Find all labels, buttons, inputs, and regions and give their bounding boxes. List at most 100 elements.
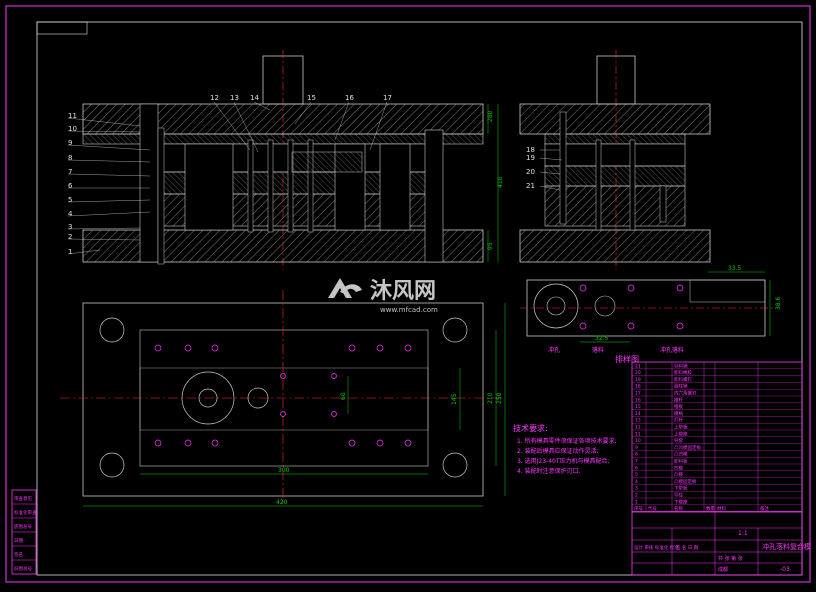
title-block[interactable]: 1:1 冲孔落料复合模 共 张 第 张 设计 审核 标准化 批准 签 名 日 期…	[631, 511, 811, 576]
part-number: 5	[68, 196, 72, 204]
bom-row-name: 推杆	[674, 396, 683, 403]
front-section-view[interactable]	[67, 50, 499, 270]
dim-label: 32.5	[595, 335, 609, 342]
bom-row-number: 14	[635, 411, 641, 417]
part-number: 8	[68, 154, 72, 162]
dim-label: 60	[340, 392, 347, 400]
bom-row-number: 18	[635, 384, 641, 390]
bom-row-number: 11	[635, 431, 641, 437]
bom-row-name: 凸模固定板	[674, 478, 697, 485]
company-label: 成都	[718, 566, 728, 573]
strip-layout[interactable]: 33.5 38.6 32.5	[520, 265, 782, 343]
dim-label: 33.5	[728, 265, 742, 272]
part-number: 11	[68, 112, 77, 120]
date-row: 签 名 日 期	[676, 544, 699, 551]
part-number: 13	[230, 94, 239, 102]
cad-drawing-canvas[interactable]: 审查意见 标准化审查 底图总号 日期 签名 旧图总号 11 10 9 8 7 6…	[0, 0, 816, 588]
bom-row-number: 3	[635, 486, 638, 492]
bom-header: 材料	[717, 505, 726, 512]
left-strip-item: 底图总号	[14, 523, 32, 530]
scale-label: 1:1	[738, 530, 748, 537]
part-number: 18	[526, 146, 535, 154]
left-approval-strip: 审查意见 标准化审查 底图总号 日期 签名 旧图总号	[11, 489, 37, 575]
technical-notes: 技术要求: 1. 所有模具零件须保证各项技术要求; 2. 装配后模具应保证动作灵…	[513, 423, 617, 475]
bom-row-number: 2	[635, 493, 638, 499]
part-number: 15	[307, 94, 316, 102]
part-number: 9	[68, 139, 72, 147]
strip-caption: 排样图	[615, 354, 639, 364]
bom-header: 数量	[706, 505, 715, 512]
bom-row-number: 1	[635, 499, 638, 505]
sheet-note: 共 张 第 张	[718, 555, 743, 562]
side-part-numbers: 18 19 20 21	[526, 146, 535, 190]
bom-row-number: 8	[635, 452, 638, 458]
watermark-url: www.mfcad.com	[380, 306, 438, 314]
bom-row-name: 凸凹模固定板	[674, 444, 701, 451]
dim-label: 38.6	[775, 296, 782, 310]
watermark-text: 沐风网	[370, 279, 436, 304]
bom-row-name: 下垫板	[674, 485, 688, 492]
left-strip-item: 签名	[14, 551, 23, 558]
strip-sub-label: 落料	[592, 346, 604, 354]
dim-label: 410	[497, 176, 504, 188]
bom-row-number: 17	[635, 391, 641, 397]
bom-row-name: 上模座	[674, 430, 688, 437]
part-number: 1	[68, 248, 72, 256]
left-strip-item: 旧图总号	[14, 565, 32, 572]
strip-sub-label: 冲孔落料	[660, 346, 684, 354]
part-number: 12	[210, 94, 219, 102]
bom-table[interactable]: 21 导料销20 卸料橡胶19 卸料螺钉18 圆柱销17 内六角螺钉16 推杆15 推板14 模…	[631, 361, 803, 512]
bom-row-name: 内六角螺钉	[674, 390, 697, 397]
bom-row-name: 凸凹模	[674, 451, 688, 458]
designer-row: 设计 审核 标准化 批准	[634, 544, 679, 551]
note-line: 2. 装配后模具应保证动作灵活;	[517, 447, 599, 455]
dim-label: 250	[496, 392, 503, 404]
side-section-view[interactable]	[519, 50, 711, 270]
part-number: 17	[383, 94, 392, 102]
bom-row-number: 16	[635, 397, 641, 403]
bom-row-number: 20	[635, 370, 641, 376]
note-line: 3. 选用J23-40T压力机与模具配合;	[517, 457, 610, 465]
bom-header: 序号	[634, 505, 643, 512]
part-number: 10	[68, 125, 77, 133]
bom-header: 代号	[648, 505, 657, 512]
plan-view[interactable]: 300 420 145 210 250 60	[60, 290, 506, 507]
corner-box	[36, 21, 88, 35]
bom-row-name: 打杆	[674, 417, 683, 424]
notes-title: 技术要求:	[513, 423, 548, 433]
note-line: 4. 装配时注意保护刃口.	[517, 467, 581, 475]
bom-row-name: 圆柱销	[674, 383, 688, 390]
part-number: 7	[68, 168, 72, 176]
dim-label: 420	[276, 499, 288, 506]
part-number: 2	[68, 233, 72, 241]
part-number: 3	[68, 223, 72, 231]
bom-header: 备注	[760, 505, 769, 512]
bom-row-number: 12	[635, 425, 641, 431]
dim-label: 145	[451, 393, 458, 405]
watermark: 沐风网 www.mfcad.com	[328, 278, 438, 314]
bom-row-number: 21	[635, 363, 641, 369]
bom-row-name: 模柄	[674, 410, 683, 417]
bom-row-name: 上垫板	[674, 424, 688, 431]
watermark-logo-icon	[328, 278, 362, 298]
bom-row-name: 卸料橡胶	[674, 369, 692, 376]
bom-row-name: 卸料板	[674, 458, 688, 465]
cad-drawing: 审查意见 标准化审查 底图总号 日期 签名 旧图总号 11 10 9 8 7 6…	[5, 5, 811, 583]
bom-row-name: 导柱	[674, 492, 683, 499]
dim-label: 95	[487, 242, 494, 250]
bom-row-name: 凹模	[674, 464, 683, 471]
bom-row-name: 卸料螺钉	[674, 376, 692, 383]
bom-row-number: 13	[635, 418, 641, 424]
drawing-name: 冲孔落料复合模	[762, 542, 811, 551]
part-number: 19	[526, 154, 535, 162]
dim-label: 280	[487, 110, 494, 122]
bom-row-name: 推板	[674, 403, 683, 410]
dim-label: 300	[278, 467, 290, 474]
strip-sub-label: 冲孔	[548, 346, 560, 354]
bom-row-number: 4	[635, 479, 638, 485]
bom-row-name: 下模座	[674, 498, 688, 505]
bom-header: 名称	[674, 505, 683, 512]
bom-row-number: 6	[635, 465, 638, 471]
part-number: 6	[68, 182, 73, 190]
part-number: 20	[526, 168, 535, 176]
